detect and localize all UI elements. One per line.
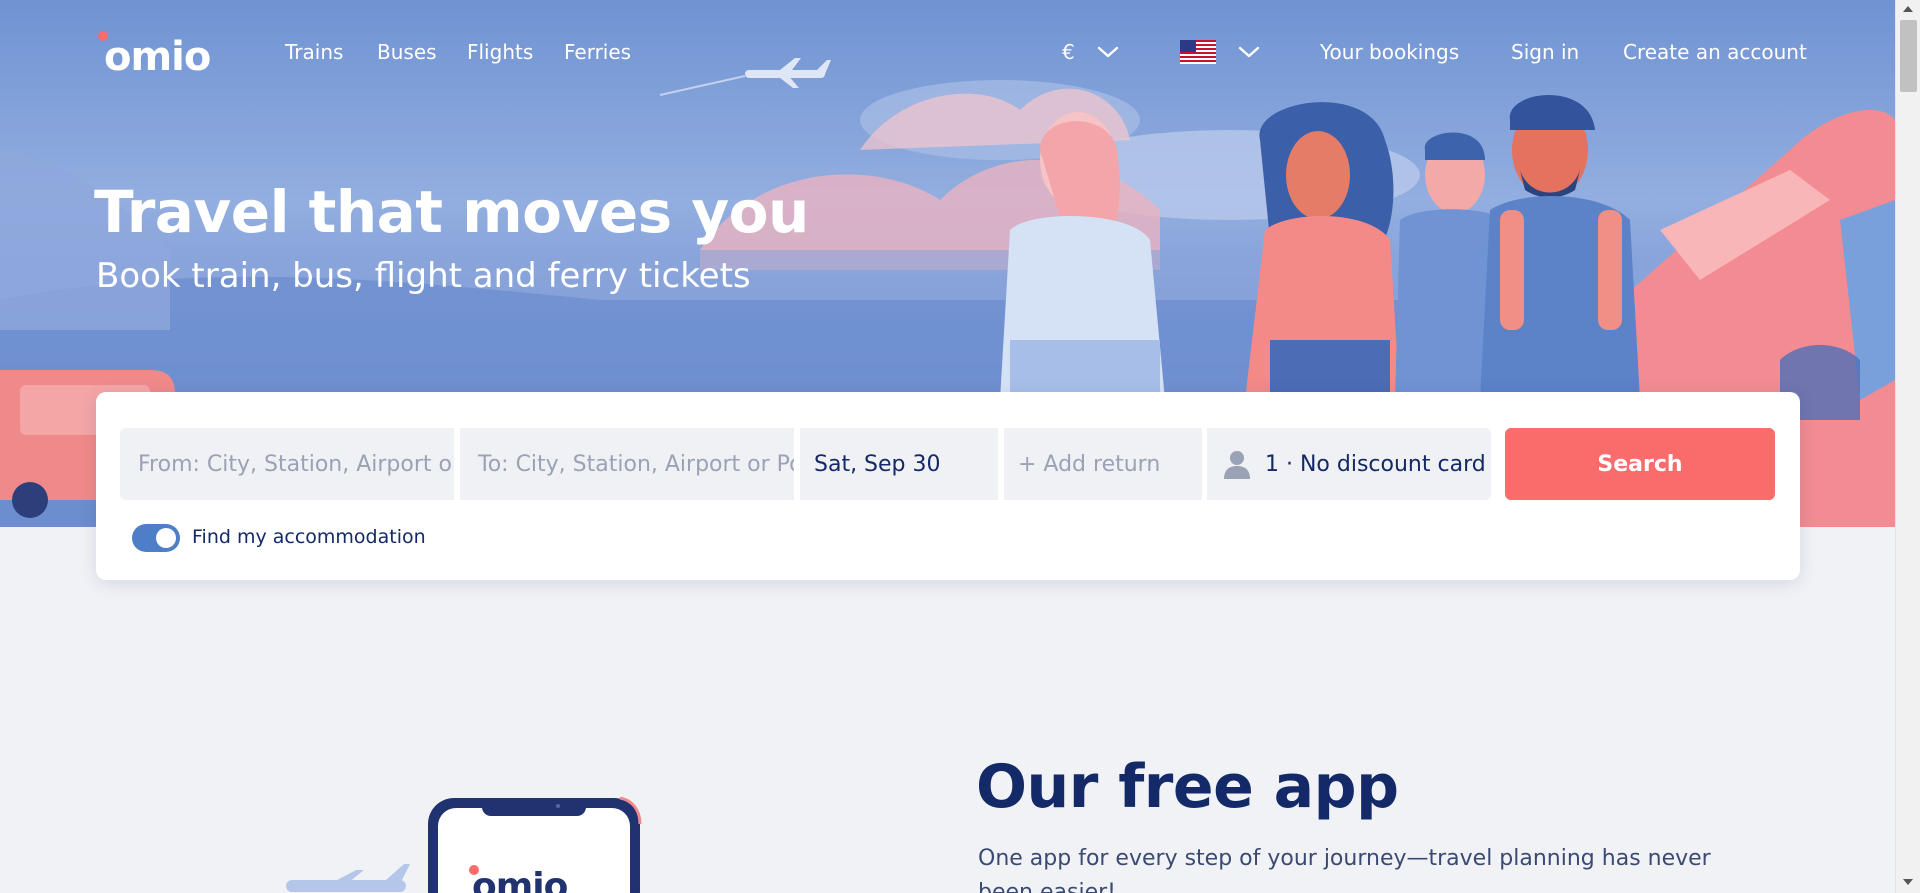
from-input[interactable]: From: City, Station, Airport or Port xyxy=(120,428,454,500)
nav-buses[interactable]: Buses xyxy=(377,40,437,64)
currency-symbol: € xyxy=(1062,40,1075,64)
person-icon xyxy=(1224,451,1250,479)
scroll-up-icon[interactable] xyxy=(1903,6,1913,12)
to-input[interactable]: To: City, Station, Airport or Port xyxy=(460,428,794,500)
nav-trains[interactable]: Trains xyxy=(285,40,343,64)
app-section-description: One app for every step of your journey—t… xyxy=(978,846,1711,893)
language-selector[interactable] xyxy=(1180,40,1260,64)
scroll-down-icon[interactable] xyxy=(1903,879,1913,885)
hero-subline: Book train, bus, flight and ferry ticket… xyxy=(96,256,751,296)
us-flag-icon xyxy=(1180,40,1216,64)
top-nav: omio Trains Buses Flights Ferries € Your… xyxy=(0,0,1895,108)
passengers-field[interactable]: 1 · No discount card xyxy=(1207,428,1491,500)
passengers-label: 1 · No discount card xyxy=(1265,451,1486,477)
currency-selector[interactable]: € xyxy=(1062,40,1119,64)
accommodation-toggle[interactable] xyxy=(132,524,180,552)
chevron-down-icon xyxy=(1238,46,1260,58)
svg-text:omio: omio xyxy=(472,866,568,893)
omio-logo[interactable]: omio xyxy=(96,28,240,76)
phone-illustration: omio xyxy=(286,796,642,893)
nav-flights[interactable]: Flights xyxy=(467,40,533,64)
create-account-link[interactable]: Create an account xyxy=(1623,40,1807,64)
hero-headline: Travel that moves you xyxy=(94,178,809,246)
nav-ferries[interactable]: Ferries xyxy=(564,40,631,64)
chevron-down-icon xyxy=(1097,46,1118,58)
add-return-field[interactable]: + Add return xyxy=(1004,428,1202,500)
departure-date-field[interactable]: Sat, Sep 30 xyxy=(800,428,998,500)
toggle-knob xyxy=(156,528,176,548)
sign-in-link[interactable]: Sign in xyxy=(1511,40,1579,64)
your-bookings-link[interactable]: Your bookings xyxy=(1320,40,1459,64)
search-button[interactable]: Search xyxy=(1505,428,1775,500)
search-card: From: City, Station, Airport or Port To:… xyxy=(96,392,1800,580)
page-scrollbar[interactable] xyxy=(1895,0,1920,893)
accommodation-toggle-label: Find my accommodation xyxy=(192,526,426,548)
app-section-title: Our free app xyxy=(976,752,1399,822)
svg-text:omio: omio xyxy=(104,34,210,76)
scroll-thumb[interactable] xyxy=(1900,20,1917,92)
